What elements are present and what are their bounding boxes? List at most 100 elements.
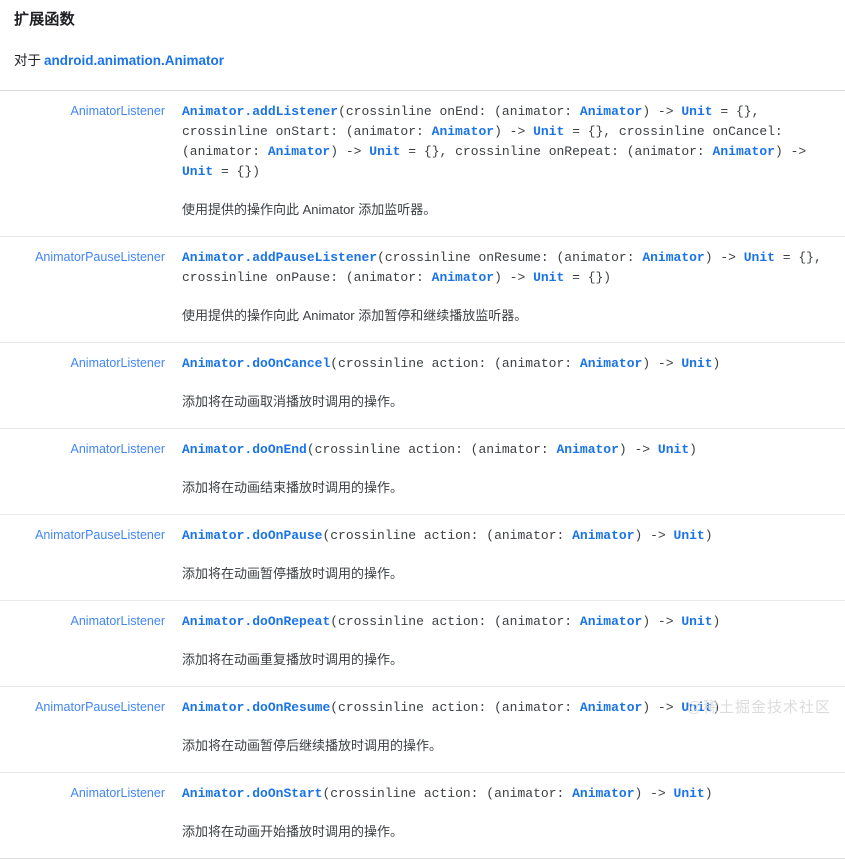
signature-text: = {}, crossinline onRepeat: (animator: — [400, 144, 712, 159]
signature-text: ) — [689, 442, 697, 457]
return-type-cell: AnimatorPauseListener — [0, 687, 182, 773]
signature-type-link[interactable]: Unit — [674, 528, 705, 543]
table-body: AnimatorListenerAnimator.addListener(cro… — [0, 91, 845, 859]
signature-text: ) -> — [494, 124, 533, 139]
signature-type-link[interactable]: Animator — [432, 270, 494, 285]
signature-type-link[interactable]: Animator — [580, 700, 642, 715]
signature-cell: Animator.doOnCancel(crossinline action: … — [182, 343, 845, 429]
signature-text: ) -> — [642, 356, 681, 371]
signature-text: ) -> — [775, 144, 806, 159]
function-signature: Animator.doOnRepeat(crossinline action: … — [182, 612, 835, 632]
signature-text: (crossinline action: (animator: — [330, 700, 580, 715]
signature-type-link[interactable]: Animator — [432, 124, 494, 139]
signature-type-link[interactable]: Unit — [681, 356, 712, 371]
signature-type-link[interactable]: Unit — [533, 270, 564, 285]
signature-type-link[interactable]: Unit — [658, 442, 689, 457]
signature-text: ) — [713, 356, 721, 371]
function-description: 使用提供的操作向此 Animator 添加监听器。 — [182, 200, 835, 220]
signature-type-link[interactable]: Unit — [369, 144, 400, 159]
signature-text: ) -> — [642, 104, 681, 119]
signature-receiver[interactable]: Animator — [182, 104, 244, 119]
signature-type-link[interactable]: Animator — [572, 528, 634, 543]
extension-functions-page: 扩展函数 对于android.animation.Animator Animat… — [0, 0, 845, 745]
signature-function-name[interactable]: doOnEnd — [252, 442, 307, 457]
page-title: 扩展函数 — [0, 0, 845, 31]
function-description: 添加将在动画开始播放时调用的操作。 — [182, 822, 835, 842]
signature-function-name[interactable]: doOnPause — [252, 528, 322, 543]
signature-type-link[interactable]: Unit — [533, 124, 564, 139]
signature-receiver[interactable]: Animator — [182, 700, 244, 715]
function-description: 添加将在动画暂停后继续播放时调用的操作。 — [182, 736, 835, 756]
signature-type-link[interactable]: Unit — [681, 700, 712, 715]
return-type-link[interactable]: AnimatorListener — [71, 786, 166, 800]
signature-type-link[interactable]: Unit — [674, 786, 705, 801]
return-type-cell: AnimatorListener — [0, 91, 182, 237]
return-type-link[interactable]: AnimatorListener — [71, 442, 166, 456]
signature-text: = {}) — [564, 270, 611, 285]
signature-function-name[interactable]: addPauseListener — [252, 250, 377, 265]
signature-function-name[interactable]: doOnCancel — [252, 356, 330, 371]
function-description: 使用提供的操作向此 Animator 添加暂停和继续播放监听器。 — [182, 306, 835, 326]
subject-prefix-label: 对于 — [14, 53, 41, 68]
signature-cell: Animator.doOnStart(crossinline action: (… — [182, 773, 845, 859]
signature-type-link[interactable]: Animator — [556, 442, 618, 457]
table-row: AnimatorListener Animator.doOnCancel(cros… — [0, 343, 845, 429]
subject-class-link[interactable]: android.animation.Animator — [44, 53, 224, 68]
signature-receiver[interactable]: Animator — [182, 528, 244, 543]
signature-function-name[interactable]: doOnStart — [252, 786, 322, 801]
return-type-link[interactable]: AnimatorListener — [71, 356, 166, 370]
table-row: AnimatorPauseListener Animator.addPauseLi… — [0, 237, 845, 343]
signature-cell: Animator.doOnEnd(crossinline action: (an… — [182, 429, 845, 515]
signature-type-link[interactable]: Unit — [681, 104, 712, 119]
return-type-link[interactable]: AnimatorListener — [71, 104, 166, 118]
signature-text: ) -> — [642, 700, 681, 715]
signature-receiver[interactable]: Animator — [182, 614, 244, 629]
signature-type-link[interactable]: Animator — [572, 786, 634, 801]
function-signature: Animator.addPauseListener(crossinline on… — [182, 248, 835, 288]
signature-text: (crossinline action: (animator: — [322, 528, 572, 543]
table-row: AnimatorListenerAnimator.addListener(cro… — [0, 91, 845, 237]
signature-text: ) -> — [330, 144, 369, 159]
signature-text: (crossinline action: (animator: — [330, 356, 580, 371]
signature-type-link[interactable]: Unit — [681, 614, 712, 629]
function-description: 添加将在动画取消播放时调用的操作。 — [182, 392, 835, 412]
signature-type-link[interactable]: Animator — [642, 250, 704, 265]
signature-text: ) — [713, 700, 721, 715]
signature-type-link[interactable]: Animator — [268, 144, 330, 159]
function-signature: Animator.doOnCancel(crossinline action: … — [182, 354, 835, 374]
signature-type-link[interactable]: Animator — [580, 104, 642, 119]
return-type-cell: AnimatorPauseListener — [0, 237, 182, 343]
signature-receiver[interactable]: Animator — [182, 250, 244, 265]
signature-text: (crossinline action: (animator: — [307, 442, 557, 457]
signature-text: ) -> — [635, 528, 674, 543]
signature-receiver[interactable]: Animator — [182, 356, 244, 371]
signature-function-name[interactable]: doOnResume — [252, 700, 330, 715]
return-type-link[interactable]: AnimatorPauseListener — [35, 700, 165, 714]
return-type-cell: AnimatorPauseListener — [0, 515, 182, 601]
signature-text: ) — [713, 614, 721, 629]
table-row: AnimatorListener Animator.doOnStart(cross… — [0, 773, 845, 859]
return-type-link[interactable]: AnimatorPauseListener — [35, 250, 165, 264]
return-type-link[interactable]: AnimatorPauseListener — [35, 528, 165, 542]
signature-function-name[interactable]: addListener — [252, 104, 338, 119]
signature-cell: Animator.addPauseListener(crossinline on… — [182, 237, 845, 343]
signature-receiver[interactable]: Animator — [182, 786, 244, 801]
signature-text: ) — [705, 528, 713, 543]
table-row: AnimatorPauseListenerAnimator.doOnResume… — [0, 687, 845, 773]
table-row: AnimatorListener Animator.doOnEnd(crossin… — [0, 429, 845, 515]
signature-text: ) — [705, 786, 713, 801]
signature-text: ) -> — [619, 442, 658, 457]
signature-type-link[interactable]: Unit — [182, 164, 213, 179]
signature-function-name[interactable]: doOnRepeat — [252, 614, 330, 629]
return-type-link[interactable]: AnimatorListener — [71, 614, 166, 628]
return-type-cell: AnimatorListener — [0, 429, 182, 515]
signature-type-link[interactable]: Animator — [580, 614, 642, 629]
signature-cell: Animator.doOnRepeat(crossinline action: … — [182, 601, 845, 687]
signature-type-link[interactable]: Animator — [580, 356, 642, 371]
signature-text: = {}) — [213, 164, 260, 179]
signature-receiver[interactable]: Animator — [182, 442, 244, 457]
return-type-cell: AnimatorListener — [0, 773, 182, 859]
signature-type-link[interactable]: Animator — [713, 144, 775, 159]
signature-type-link[interactable]: Unit — [744, 250, 775, 265]
signature-text: (crossinline action: (animator: — [330, 614, 580, 629]
